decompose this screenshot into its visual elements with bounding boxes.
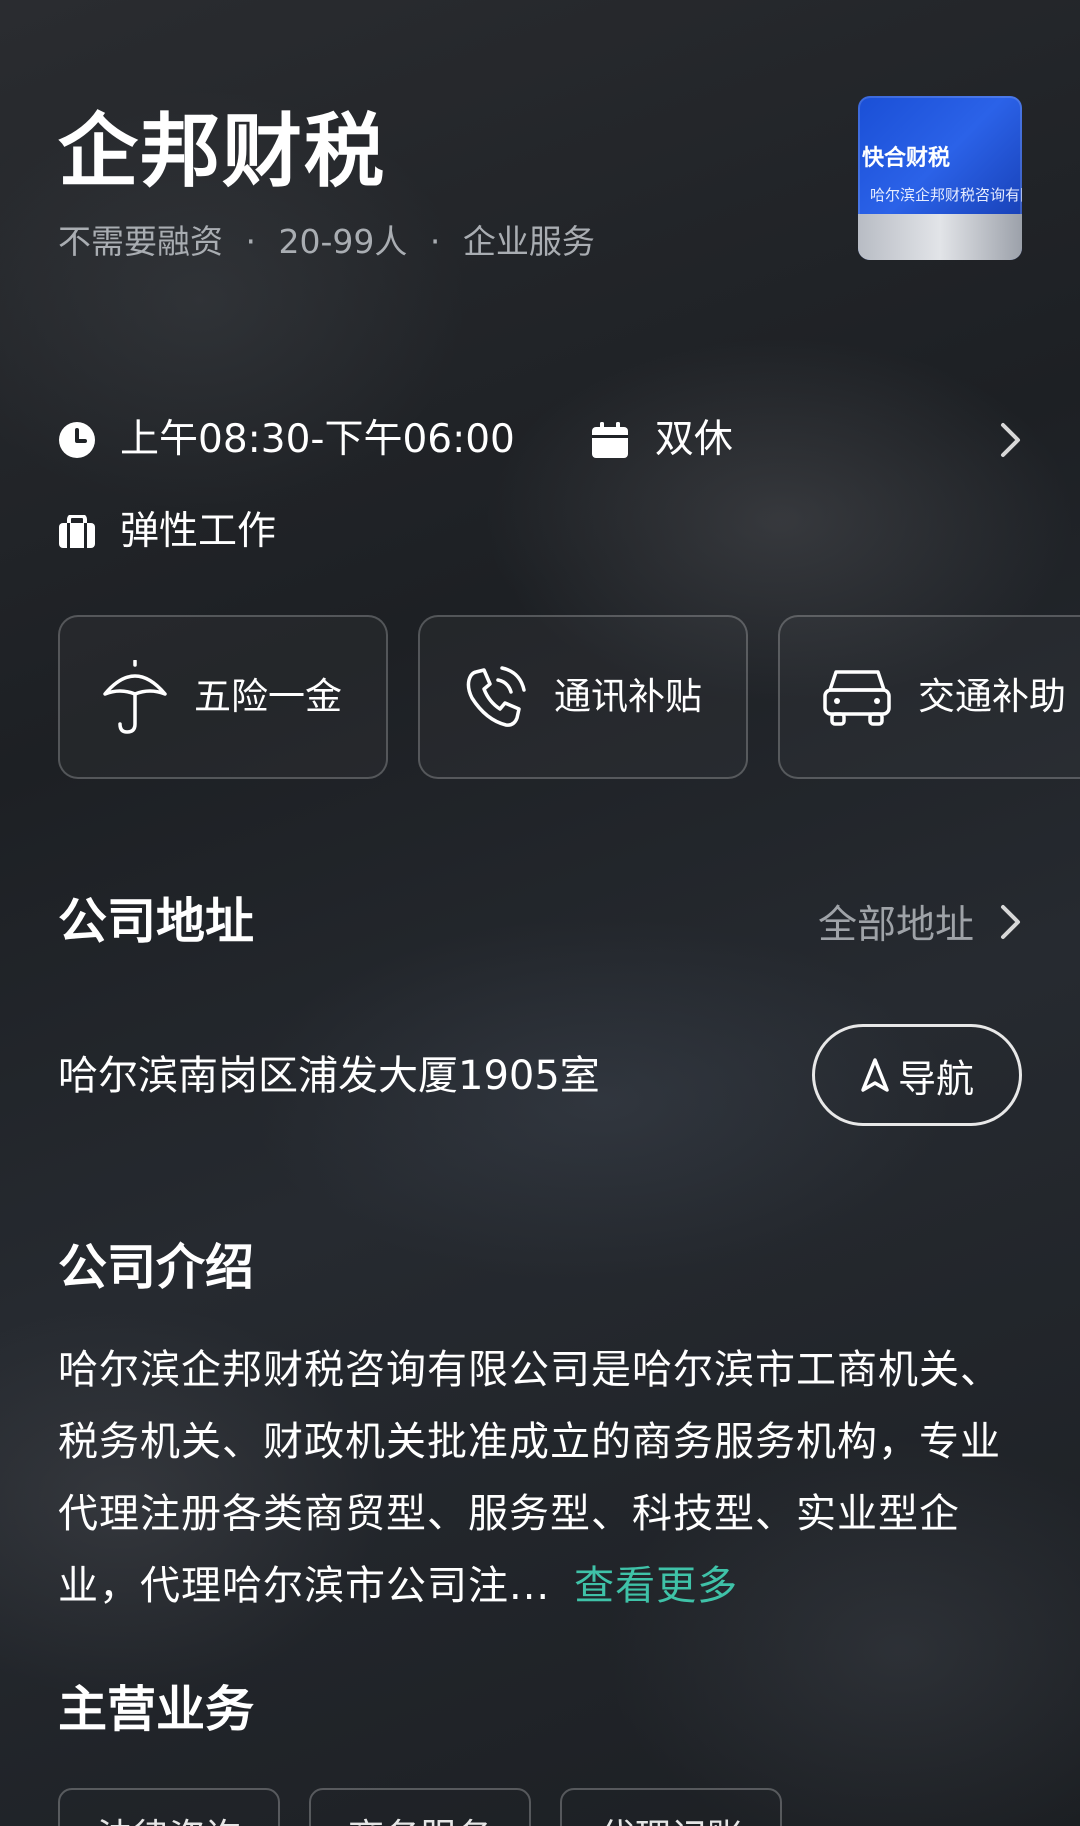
company-size: 20-99人: [278, 222, 408, 261]
work-hours-row[interactable]: 上午08:30-下午06:00 双休: [58, 404, 1022, 476]
navigation-arrow-icon: [860, 1057, 890, 1093]
address-section-title: 公司地址: [58, 893, 255, 950]
navigate-label: 导航: [897, 1056, 974, 1101]
chevron-right-icon: [1000, 421, 1022, 459]
benefit-card[interactable]: 通讯补贴: [418, 615, 748, 779]
business-tag: 法律咨询: [58, 1788, 280, 1826]
calendar-icon: [591, 421, 629, 459]
schedule-row: 弹性工作: [58, 504, 276, 560]
funding-stage: 不需要融资: [58, 222, 223, 261]
briefcase-icon: [58, 515, 96, 549]
car-icon: [822, 666, 892, 728]
company-intro: 哈尔滨企邦财税咨询有限公司是哈尔滨市工商机关、税务机关、财政机关批准成立的商务服…: [58, 1334, 1028, 1622]
benefit-label: 五险一金: [194, 675, 342, 718]
business-section-title: 主营业务: [58, 1681, 255, 1738]
all-addresses-link[interactable]: 全部地址: [818, 894, 1022, 950]
benefit-label: 交通补助: [918, 675, 1066, 718]
logo-text-secondary: 哈尔滨企邦财税咨询有限: [870, 186, 1022, 204]
benefit-card[interactable]: 五险一金: [58, 615, 388, 779]
benefit-card[interactable]: 交通补助: [778, 615, 1080, 779]
work-schedule: 弹性工作: [120, 509, 277, 554]
intro-section-title: 公司介绍: [58, 1239, 255, 1296]
umbrella-icon: [102, 660, 168, 734]
company-industry: 企业服务: [462, 222, 595, 261]
company-address: 哈尔滨南岗区浦发大厦1905室: [58, 1053, 600, 1099]
work-hours: 上午08:30-下午06:00: [120, 417, 515, 462]
logo-band: [858, 214, 1022, 260]
business-tag: 商务服务: [309, 1788, 531, 1826]
rest-days: 双休: [654, 417, 733, 462]
chevron-right-icon: [1000, 903, 1022, 941]
view-more-link[interactable]: 查看更多: [574, 1563, 738, 1609]
meta-separator: ·: [429, 222, 441, 261]
logo-text-primary: 快合财税: [862, 146, 951, 171]
benefit-label: 通讯补贴: [554, 675, 702, 718]
phone-icon: [462, 662, 528, 732]
intro-text: 哈尔滨企邦财税咨询有限公司是哈尔滨市工商机关、税务机关、财政机关批准成立的商务服…: [58, 1347, 1001, 1609]
business-tag: 代理记账: [560, 1788, 782, 1826]
company-name: 企邦财税: [58, 105, 386, 198]
company-meta: 不需要融资 · 20-99人 · 企业服务: [58, 220, 595, 264]
meta-separator: ·: [245, 222, 257, 261]
company-logo[interactable]: 快合财税 哈尔滨企邦财税咨询有限: [858, 96, 1022, 260]
clock-icon: [58, 421, 96, 459]
all-addresses-label: 全部地址: [817, 903, 974, 948]
navigate-button[interactable]: 导航: [812, 1024, 1022, 1126]
